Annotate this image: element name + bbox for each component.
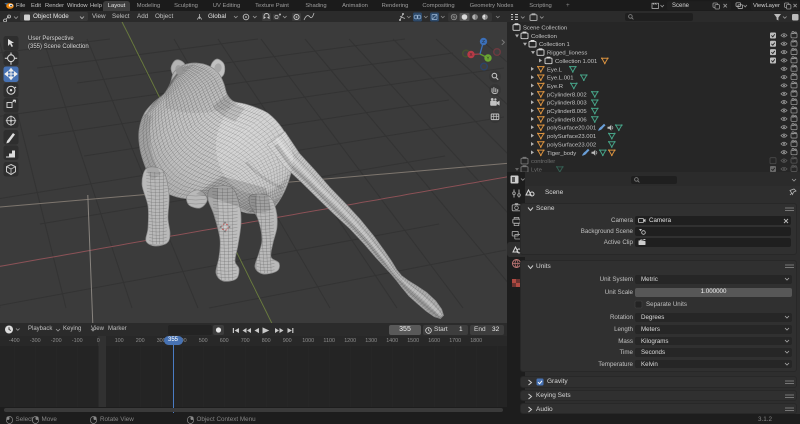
svg-text:Collection: Collection xyxy=(531,34,557,40)
svg-text:Collection 1.001: Collection 1.001 xyxy=(555,59,597,65)
svg-text:pCylinder8.006: pCylinder8.006 xyxy=(547,117,587,123)
svg-text:pCylinder8.005: pCylinder8.005 xyxy=(547,109,587,115)
svg-text:pCylinder8.002: pCylinder8.002 xyxy=(547,92,587,98)
svg-text:Eye.L.001: Eye.L.001 xyxy=(547,76,574,82)
svg-text:Eye.L: Eye.L xyxy=(547,67,563,73)
svg-text:polySurface23.001: polySurface23.001 xyxy=(547,134,596,140)
svg-text:Y: Y xyxy=(486,56,489,61)
svg-text:Scene Collection: Scene Collection xyxy=(523,26,567,32)
svg-text:Z: Z xyxy=(482,39,485,44)
svg-text:controller: controller xyxy=(531,159,555,165)
svg-text:Collection 1: Collection 1 xyxy=(539,42,570,48)
svg-text:X: X xyxy=(469,52,472,57)
svg-text:Tiger_body: Tiger_body xyxy=(547,151,576,157)
svg-text:polySurface20.001: polySurface20.001 xyxy=(547,126,596,132)
svg-text:Eye.R: Eye.R xyxy=(547,84,563,90)
svg-text:Rigged_lioness: Rigged_lioness xyxy=(547,51,587,57)
svg-text:pCylinder8.003: pCylinder8.003 xyxy=(547,101,587,107)
svg-text:polySurface23.002: polySurface23.002 xyxy=(547,142,596,148)
